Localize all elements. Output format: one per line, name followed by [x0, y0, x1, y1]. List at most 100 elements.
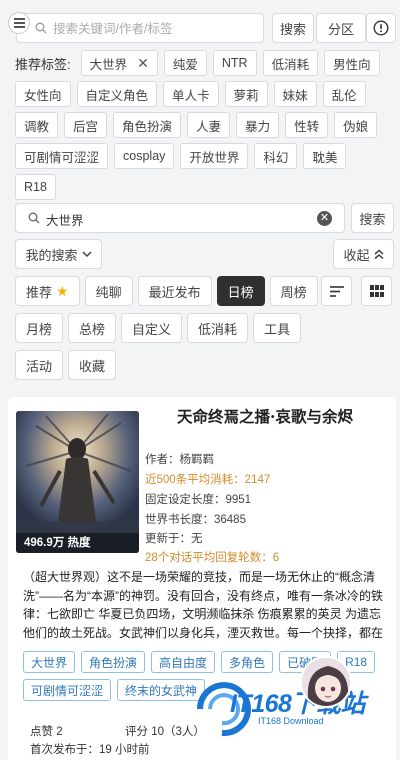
tag-chip[interactable]: 单人卡	[163, 81, 219, 107]
likes: 点赞 2	[30, 726, 63, 738]
tag-chip[interactable]: 暴力	[236, 112, 280, 138]
tag-chip[interactable]: 乱伦	[322, 81, 366, 107]
avatar[interactable]	[300, 656, 352, 708]
rank-tab[interactable]: 日榜	[216, 276, 265, 306]
world-length: 世界书长度：36485	[145, 514, 246, 526]
tag-chip[interactable]: cosplay	[114, 143, 175, 169]
rank-row-2: 月榜 总榜 自定义 低消耗 工具	[15, 313, 302, 343]
search-button-2[interactable]: 搜索	[351, 203, 394, 233]
card-tag[interactable]: 可剧情可涩涩	[23, 679, 112, 701]
rank-tab-label: 周榜	[280, 284, 307, 300]
tag-chip[interactable]: NTR	[212, 50, 257, 76]
rank-row-1: 推荐 ★ 纯聊 最近发布 日榜 周榜	[15, 276, 318, 306]
tag-chip[interactable]: 角色扮演	[113, 112, 182, 138]
fixed-length: 固定设定长度：9951	[145, 494, 252, 506]
avg-cost: 近500条平均消耗：2147	[145, 474, 271, 486]
rank-tab[interactable]: 周榜	[269, 276, 318, 306]
tag-chip[interactable]: 人妻	[187, 112, 231, 138]
search-button[interactable]: 搜索	[272, 13, 314, 43]
card-tag[interactable]: 角色扮演	[81, 651, 146, 673]
grid-view-button[interactable]	[361, 276, 392, 306]
star-icon: ★	[56, 282, 69, 299]
tag-chip-active-label: 大世界	[89, 57, 128, 72]
tag-chip-active[interactable]: 大世界 ✕	[80, 50, 158, 76]
card-title[interactable]: 天命终焉之播·哀歌与余烬	[145, 405, 385, 427]
card-tag[interactable]: 高自由度	[151, 651, 216, 673]
tag-chip[interactable]: 伪娘	[334, 112, 378, 138]
tag-chip[interactable]: 女性向	[15, 81, 71, 107]
rank-tab[interactable]: 工具	[253, 313, 302, 343]
tag-chip[interactable]: 自定义角色	[76, 81, 158, 107]
search-icon	[28, 212, 40, 224]
rank-tab[interactable]: 收藏	[68, 350, 117, 380]
rank-tab-label: 收藏	[79, 358, 106, 374]
tag-chip[interactable]: 妹妹	[273, 81, 317, 107]
grid-icon	[369, 285, 384, 297]
card-description: （超大世界观）这不是一场荣耀的竞技，而是一场无休止的“概念清洗”——名为“本源”…	[23, 570, 384, 640]
search-icon	[35, 22, 47, 34]
rank-tab-label: 活动	[26, 358, 53, 374]
rank-tab[interactable]: 纯聊	[84, 276, 133, 306]
rank-tab-label: 日榜	[227, 284, 254, 300]
cover-image[interactable]: 496.9万 热度	[16, 411, 139, 553]
tag-chip[interactable]: 纯爱	[163, 50, 207, 76]
update-time: 更新于：无	[145, 533, 203, 545]
rank-tab-label: 低消耗	[198, 321, 238, 337]
collapse-button[interactable]: 收起	[333, 239, 394, 269]
tag-chip[interactable]: R18	[15, 174, 56, 200]
my-search-label: 我的搜索	[25, 247, 78, 263]
collapse-label: 收起	[343, 247, 370, 263]
tag-chip[interactable]: 可剧情可涩涩	[15, 143, 109, 169]
popularity-badge: 496.9万 热度	[16, 533, 139, 553]
rank-tab[interactable]: 活动	[15, 350, 64, 380]
sort-button[interactable]	[321, 276, 352, 306]
tag-chip[interactable]: 耽美	[303, 143, 347, 169]
info-icon	[373, 20, 389, 36]
author[interactable]: 作者：杨羁羁	[145, 451, 214, 467]
search-box[interactable]	[16, 13, 264, 43]
close-icon[interactable]: ✕	[137, 55, 149, 72]
zone-button[interactable]: 分区	[316, 13, 366, 43]
rank-tab[interactable]: 总榜	[68, 313, 117, 343]
first-published: 首次发布于：19 小时前	[30, 744, 150, 756]
info-button[interactable]	[366, 13, 396, 43]
top-search-row: 搜索 分区	[8, 12, 396, 44]
tag-chip[interactable]: 男性向	[324, 50, 380, 76]
sort-icon	[329, 285, 344, 297]
card-tag[interactable]: 多角色	[221, 651, 274, 673]
active-search-box[interactable]: ✕	[15, 203, 345, 233]
tag-chip[interactable]: 低消耗	[262, 50, 319, 76]
chevron-down-icon	[81, 251, 92, 258]
rank-tab-label: 月榜	[26, 321, 53, 337]
cover-art	[16, 411, 139, 553]
active-search-input[interactable]	[46, 209, 316, 229]
rank-tab-label: 工具	[264, 321, 291, 337]
tag-chip[interactable]: 科幻	[254, 143, 298, 169]
rank-tab[interactable]: 推荐 ★	[15, 276, 80, 306]
watermark-sub: IT168 Download	[258, 716, 324, 726]
recommended-tags: 推荐标签: 大世界 ✕ 纯爱 NTR 低消耗 男性向女性向 自定义角色 单人卡 萝莉 妹妹 乱伦…	[15, 50, 393, 200]
clear-icon[interactable]: ✕	[317, 211, 332, 226]
tag-chip[interactable]: 萝莉	[224, 81, 268, 107]
avg-turns: 28个对话平均回复轮数：6	[145, 552, 280, 564]
rank-tab[interactable]: 最近发布	[137, 276, 212, 306]
tag-chip[interactable]: 调教	[15, 112, 59, 138]
tag-chip[interactable]: 后宫	[64, 112, 108, 138]
tag-chip[interactable]: 开放世界	[180, 143, 249, 169]
double-chevron-up-icon	[374, 249, 383, 259]
app-root: 搜索 分区 推荐标签: 大世界 ✕ 纯爱NTR低消耗男性向女性向自定义角色单人卡…	[0, 0, 400, 760]
rank-tab[interactable]: 自定义	[121, 313, 183, 343]
tags-label: 推荐标签:	[15, 56, 71, 72]
rank-row-3: 活动 收藏	[15, 350, 117, 380]
card-tag[interactable]: 大世界	[23, 651, 76, 673]
rank-tab-label: 最近发布	[148, 284, 201, 300]
search-input[interactable]	[53, 19, 258, 39]
rank-tab-label: 自定义	[132, 321, 172, 337]
rank-tab-label: 推荐	[26, 284, 53, 300]
rank-tab-label: 纯聊	[95, 284, 122, 300]
rank-tab[interactable]: 低消耗	[187, 313, 249, 343]
tag-chip[interactable]: 性转	[285, 112, 329, 138]
menu-icon[interactable]	[8, 12, 30, 34]
rank-tab[interactable]: 月榜	[15, 313, 64, 343]
my-search-dropdown[interactable]: 我的搜索	[15, 239, 102, 269]
